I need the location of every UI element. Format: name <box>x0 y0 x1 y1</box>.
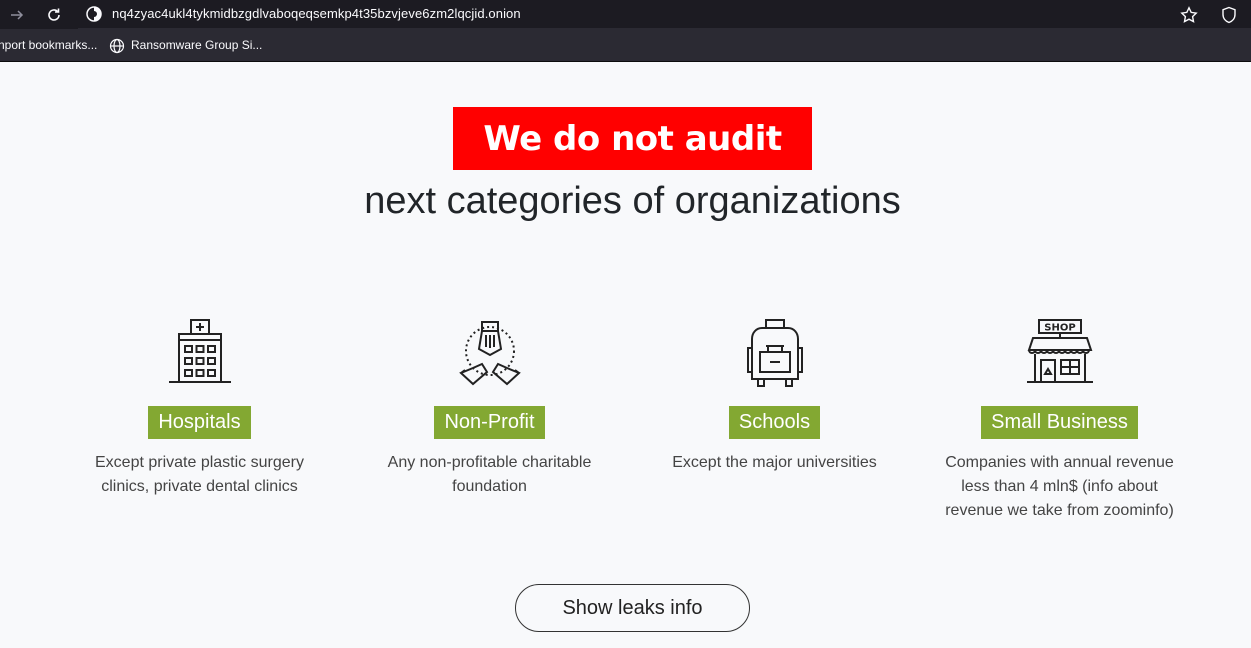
category-label: Schools <box>728 406 821 439</box>
bookmark-ransomware-group[interactable]: Ransomware Group Si... <box>131 38 262 52</box>
backpack-icon <box>746 319 803 387</box>
category-description: Except private plastic surgery clinics, … <box>95 454 304 495</box>
category-hospitals: Hospitals Except private plastic surgery… <box>57 318 342 499</box>
category-small-business: SHOP Small Business Companies with annua… <box>917 318 1202 523</box>
hospital-icon <box>168 319 231 383</box>
forward-arrow-icon[interactable] <box>6 4 28 26</box>
address-bar[interactable]: nq4zyac4ukl4tykmidbzgdlvaboqeqsemkp4t35b… <box>78 0 1251 29</box>
charity-hands-icon <box>458 321 521 386</box>
category-label: Hospitals <box>148 406 251 439</box>
category-label: Non-Profit <box>434 406 545 439</box>
category-description: Any non-profitable charitable foundation <box>387 454 592 495</box>
headline-banner: We do not audit <box>453 107 812 170</box>
globe-icon <box>109 38 125 54</box>
onion-site-icon <box>86 6 102 22</box>
shop-icon: SHOP <box>1026 319 1093 383</box>
url-text: nq4zyac4ukl4tykmidbzgdlvaboqeqsemkp4t35b… <box>112 6 521 21</box>
reload-icon[interactable] <box>43 4 65 26</box>
shield-icon[interactable] <box>1218 4 1240 26</box>
show-leaks-info-button[interactable]: Show leaks info <box>515 584 750 632</box>
bookmark-import[interactable]: nport bookmarks... <box>0 38 97 52</box>
browser-toolbar: nq4zyac4ukl4tykmidbzgdlvaboqeqsemkp4t35b… <box>0 0 1251 29</box>
category-label: Small Business <box>981 406 1138 439</box>
category-description: Except the major universities <box>672 454 877 471</box>
bookmarks-bar: nport bookmarks... Ransomware Group Si..… <box>0 29 1251 62</box>
category-schools: Schools Except the major universities <box>632 318 917 475</box>
category-non-profit: Non-Profit Any non-profitable charitable… <box>347 318 632 499</box>
shop-sign-text: SHOP <box>1044 323 1075 334</box>
bookmark-star-icon[interactable] <box>1178 4 1200 26</box>
category-description: Companies with annual revenue less than … <box>945 454 1174 519</box>
subheadline: next categories of organizations <box>364 180 901 222</box>
